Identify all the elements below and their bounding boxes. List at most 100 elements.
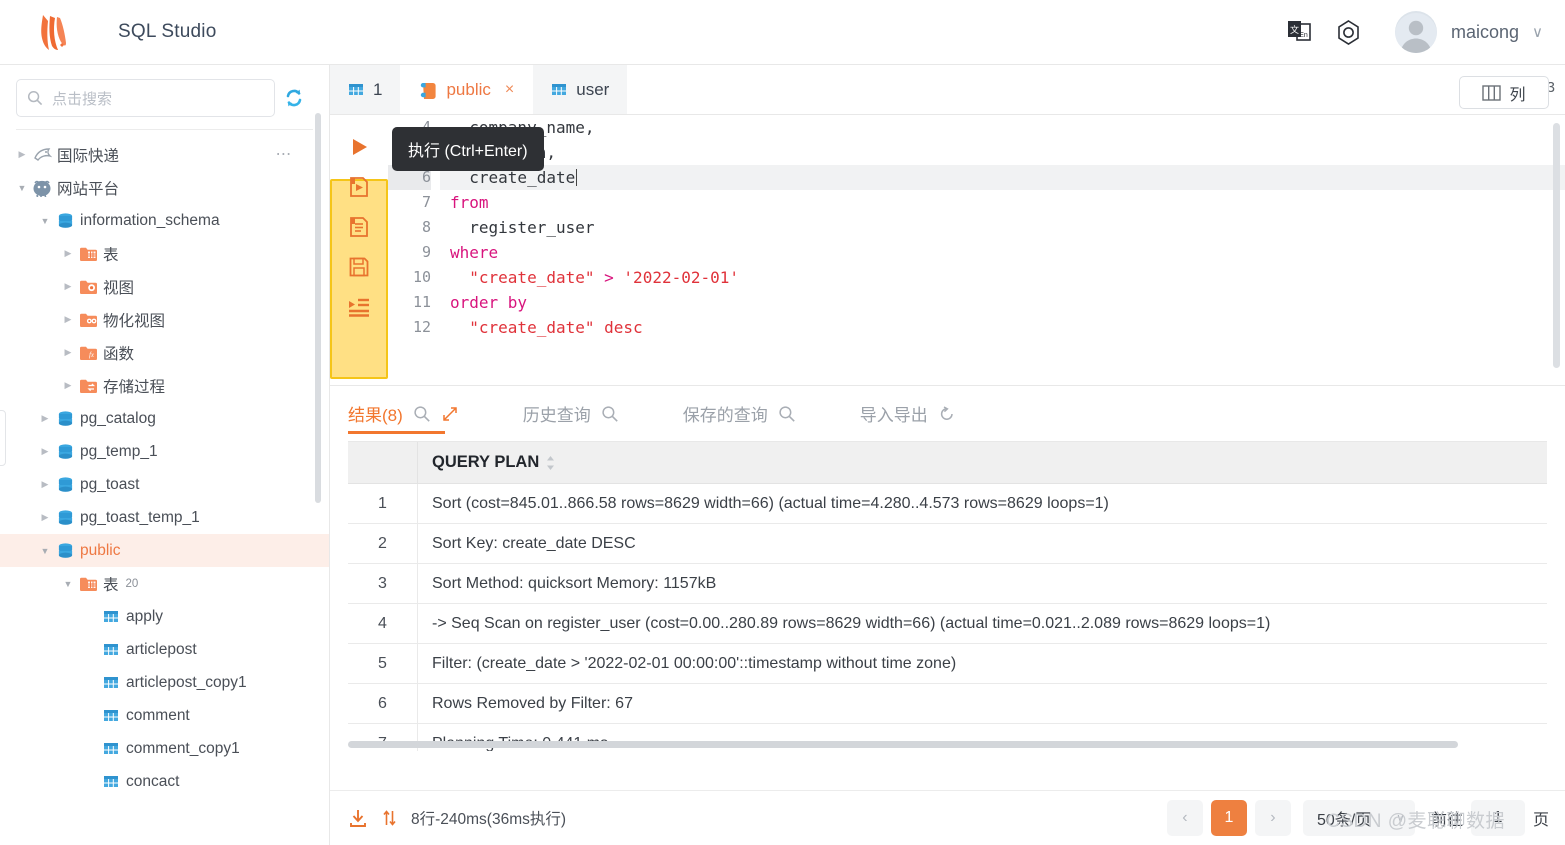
grid-column-header[interactable]: QUERY PLAN [418, 442, 1547, 483]
editor-tab-user[interactable]: user [533, 65, 628, 114]
code-line[interactable]: position, [440, 140, 1565, 165]
search-icon[interactable] [601, 405, 619, 423]
caret-down-icon[interactable]: ▼ [14, 183, 30, 193]
code-line[interactable]: create_date [440, 165, 1565, 190]
tree-node-存储过程[interactable]: ▶ 存储过程 [0, 369, 329, 402]
result-tab-2[interactable]: 保存的查询 [683, 386, 796, 442]
refresh-icon[interactable] [275, 79, 313, 117]
code-line[interactable]: "create_date" > '2022-02-01' [440, 265, 1565, 290]
tree-node-视图[interactable]: ▶ 视图 [0, 270, 329, 303]
caret-right-icon[interactable]: ▶ [60, 281, 76, 292]
goto-page-input[interactable]: 1 [1470, 800, 1525, 836]
settings-hexagon-icon[interactable] [1329, 12, 1369, 52]
tree-node-more-icon[interactable]: ⋯ [276, 146, 294, 162]
code-area[interactable]: 456789101112 company_name, position, cre… [388, 115, 1565, 385]
caret-right-icon[interactable]: ▶ [60, 314, 76, 325]
caret-right-icon[interactable]: ▶ [37, 479, 53, 490]
caret-right-icon[interactable]: ▶ [14, 149, 30, 160]
caret-right-icon[interactable]: ▶ [37, 413, 53, 424]
pagination-prev[interactable]: ‹ [1166, 800, 1203, 836]
tree-node-网站平台[interactable]: ▼ 网站平台 [0, 171, 329, 204]
table-row[interactable]: 6 Rows Removed by Filter: 67 [348, 684, 1547, 724]
tree-node-articlepost[interactable]: articlepost [0, 633, 329, 666]
code-line[interactable]: "create_date" desc [440, 315, 1565, 340]
sidebar-collapse-handle[interactable] [0, 410, 6, 466]
search-icon[interactable] [413, 405, 431, 423]
search-input[interactable]: 点击搜索 [16, 79, 275, 117]
code-line[interactable]: company_name, [440, 115, 1565, 140]
pagination-page-1[interactable]: 1 [1210, 800, 1247, 836]
tree-node-comment[interactable]: comment [0, 699, 329, 732]
refresh-circle-icon[interactable] [938, 405, 956, 423]
explain-plan-button[interactable] [330, 207, 388, 247]
caret-right-icon[interactable]: ▶ [60, 248, 76, 259]
editor-tab-public[interactable]: public × [401, 65, 533, 114]
result-tab-0[interactable]: 结果(8) [348, 386, 459, 442]
sidebar-scrollbar[interactable] [315, 113, 321, 503]
user-name[interactable]: maicong [1451, 22, 1519, 43]
table-row[interactable]: 1 Sort (cost=845.01..866.58 rows=8629 wid… [348, 484, 1547, 524]
translate-icon[interactable]: En 文 [1279, 12, 1319, 52]
search-icon[interactable] [413, 405, 431, 423]
tree-node-函数[interactable]: ▶ fx 函数 [0, 336, 329, 369]
tree-node-物化视图[interactable]: ▶ 物化视图 [0, 303, 329, 336]
tree-node-pg_catalog[interactable]: ▶ pg_catalog [0, 402, 329, 435]
expand-arrows-icon[interactable] [441, 405, 459, 423]
download-icon[interactable] [348, 808, 368, 828]
tree-node-concact[interactable]: concact [0, 765, 329, 798]
avatar[interactable] [1394, 11, 1437, 53]
schema-icon [53, 443, 77, 461]
table-row[interactable]: 2 Sort Key: create_date DESC [348, 524, 1547, 564]
caret-down-icon[interactable]: ▼ [37, 546, 53, 556]
table-row[interactable]: 4 -> Seq Scan on register_user (cost=0.0… [348, 604, 1547, 644]
caret-right-icon[interactable]: ▶ [60, 347, 76, 358]
editor-tab-1[interactable]: 1 [330, 65, 401, 114]
svg-text:fx: fx [88, 351, 94, 359]
tree-node-表[interactable]: ▶ 表 [0, 237, 329, 270]
execute-button[interactable] [330, 127, 388, 167]
caret-right-icon[interactable]: ▶ [37, 446, 53, 457]
tree-node-public[interactable]: ▼ public [0, 534, 329, 567]
search-icon[interactable] [601, 405, 619, 423]
save-button[interactable] [330, 247, 388, 287]
search-icon[interactable] [778, 405, 796, 423]
updown-arrows-icon[interactable] [382, 809, 397, 827]
tree-node-articlepost_copy1[interactable]: articlepost_copy1 [0, 666, 329, 699]
tree-node-information_schema[interactable]: ▼ information_schema [0, 204, 329, 237]
caret-down-icon[interactable]: ▼ [60, 579, 76, 589]
tree-node-label: articlepost [126, 640, 197, 658]
format-sql-button[interactable] [330, 287, 388, 327]
caret-right-icon[interactable]: ▶ [37, 512, 53, 523]
tree-node-comment_copy1[interactable]: comment_copy1 [0, 732, 329, 765]
caret-down-icon[interactable]: ▼ [37, 216, 53, 226]
columns-button[interactable]: 列 [1459, 76, 1549, 109]
close-icon[interactable]: × [505, 81, 514, 98]
tree-node-pg_temp_1[interactable]: ▶ pg_temp_1 [0, 435, 329, 468]
tree-node-pg_toast[interactable]: ▶ pg_toast [0, 468, 329, 501]
expand-arrows-icon[interactable] [441, 405, 459, 423]
code-line[interactable]: where [440, 240, 1565, 265]
result-tab-1[interactable]: 历史查询 [523, 386, 619, 442]
table-row[interactable]: 3 Sort Method: quicksort Memory: 1157kB [348, 564, 1547, 604]
code-lines[interactable]: company_name, position, create_datefrom … [440, 115, 1565, 340]
result-tab-3[interactable]: 导入导出 [860, 386, 956, 442]
tree-node-国际快递[interactable]: ▶ 国际快递 ⋯ [0, 138, 329, 171]
code-line[interactable]: order by [440, 290, 1565, 315]
page-size-select[interactable]: 50条/页 ∨ [1302, 800, 1415, 836]
pagination-next[interactable]: › [1254, 800, 1291, 836]
tree-node-pg_toast_temp_1[interactable]: ▶ pg_toast_temp_1 [0, 501, 329, 534]
execute-script-button[interactable] [330, 167, 388, 207]
editor-scrollbar[interactable] [1553, 123, 1560, 368]
sort-updown-icon[interactable] [546, 455, 555, 471]
tree-node-apply[interactable]: apply [0, 600, 329, 633]
tree-node-表[interactable]: ▼ 表 20 [0, 567, 329, 600]
caret-right-icon[interactable]: ▶ [60, 380, 76, 391]
chevron-down-icon[interactable]: ∨ [1532, 23, 1543, 41]
search-icon[interactable] [778, 405, 796, 423]
code-line[interactable]: from [440, 190, 1565, 215]
refresh-circle-icon[interactable] [938, 405, 956, 423]
grid-horizontal-scrollbar[interactable] [348, 741, 1458, 748]
table-row[interactable]: 5 Filter: (create_date > '2022-02-01 00:… [348, 644, 1547, 684]
row-index: 1 [348, 484, 418, 523]
code-line[interactable]: register_user [440, 215, 1565, 240]
